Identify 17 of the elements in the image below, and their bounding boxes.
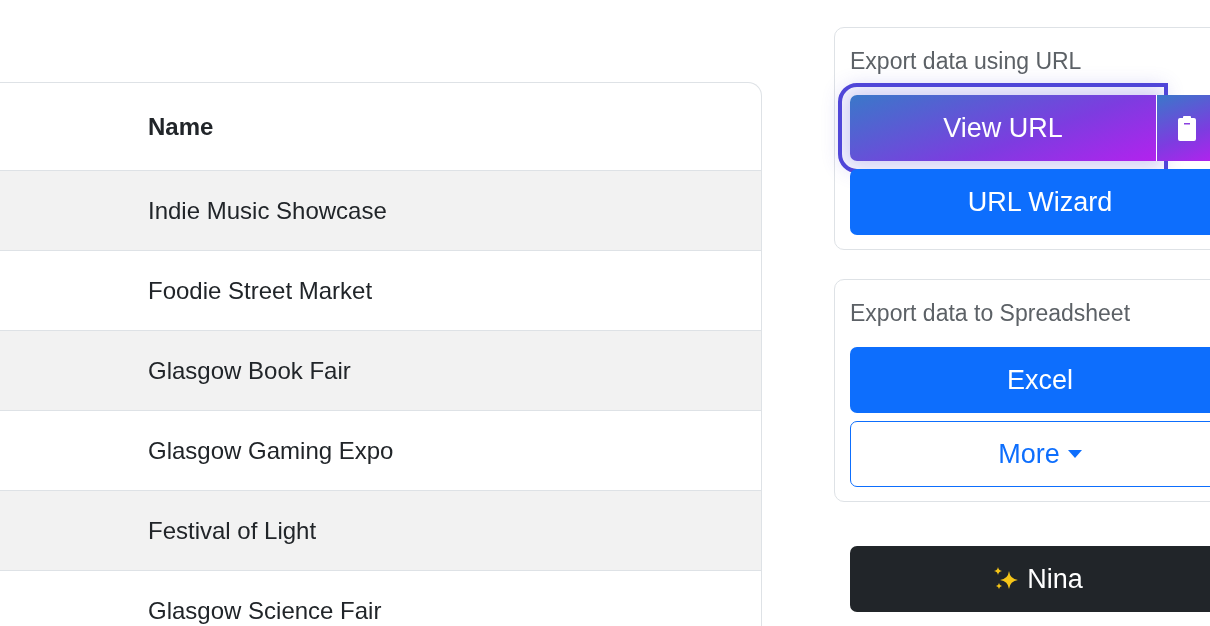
assistant-button[interactable]: Nina [850,546,1210,612]
card-title: Export data to Spreadsheet [850,300,1132,327]
table-cell-text: Glasgow Science Fair [147,596,382,625]
clipboard-icon [1176,114,1197,142]
excel-button[interactable]: Excel [850,347,1210,413]
table-cell-text: Glasgow Book Fair [147,356,351,385]
column-header: Name [147,112,214,141]
more-button[interactable]: More [850,421,1210,487]
table-cell-text: Glasgow Gaming Expo [147,436,394,465]
table-cell-text: Indie Music Showcase [147,196,387,225]
card-title: Export data using URL [850,48,1083,75]
copy-button[interactable] [1156,95,1210,161]
url-wizard-button[interactable]: URL Wizard [850,169,1210,235]
table-cell-text: Foodie Street Market [147,276,373,305]
view-url-button[interactable]: View URL [850,95,1156,161]
caret-icon [1067,450,1082,458]
table-cell-text: Festival of Light [147,516,317,545]
